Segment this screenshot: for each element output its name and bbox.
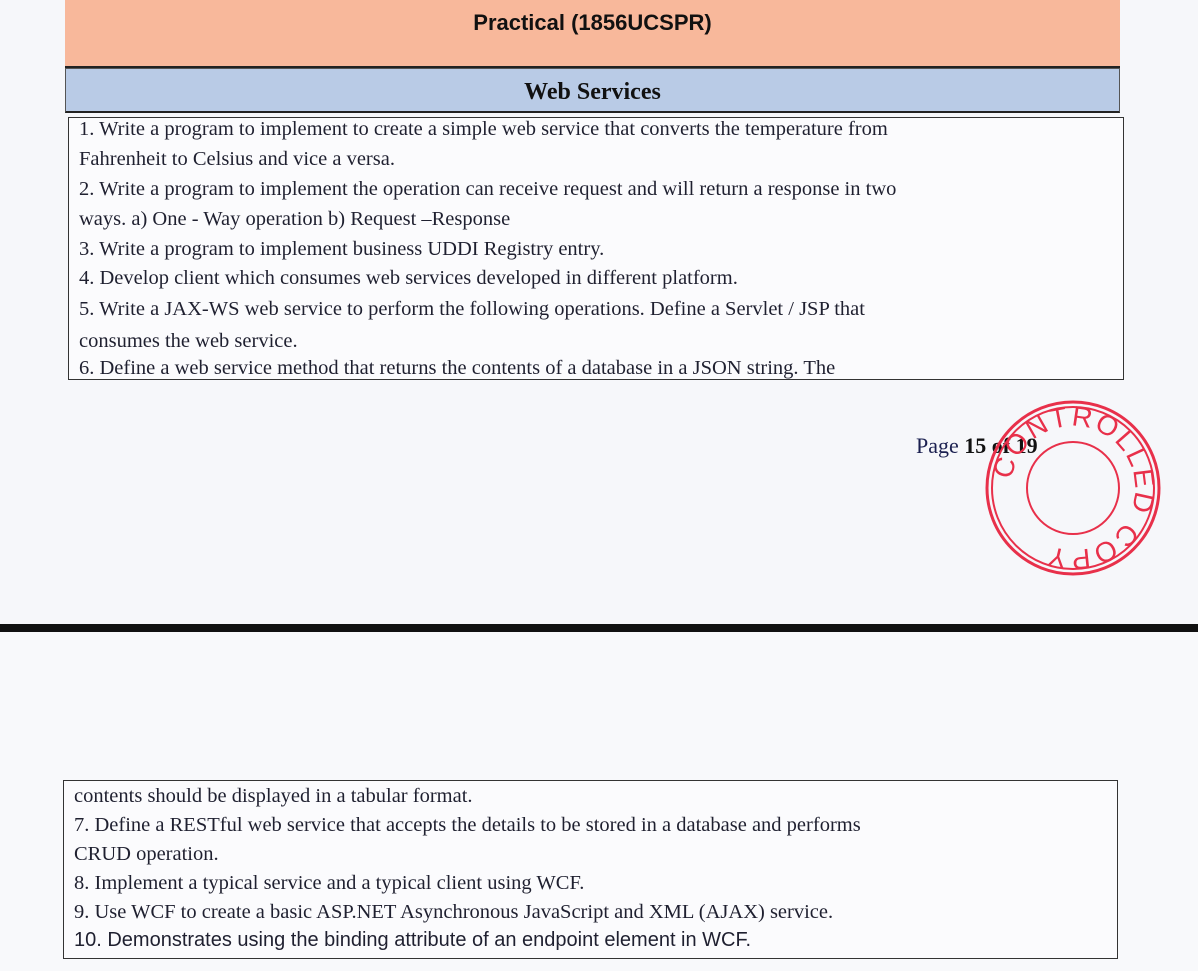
page-label: Page (916, 433, 959, 458)
list-line: Fahrenheit to Celsius and vice a versa. (79, 148, 395, 170)
section-title: Web Services (65, 68, 1120, 113)
document-page-16: contents should be displayed in a tabula… (0, 632, 1198, 971)
list-line: 1. Write a program to implement to creat… (79, 118, 888, 140)
list-line: 8. Implement a typical service and a typ… (74, 872, 585, 894)
list-line: consumes the web service. (79, 330, 298, 352)
list-line: 5. Write a JAX-WS web service to perform… (79, 298, 865, 320)
controlled-copy-stamp: CONTROLLED COPY (985, 400, 1161, 576)
list-line: contents should be displayed in a tabula… (74, 785, 473, 807)
list-line: 2. Write a program to implement the oper… (79, 178, 897, 200)
list-line: 6. Define a web service method that retu… (79, 357, 836, 379)
list-line: 4. Develop client which consumes web ser… (79, 267, 738, 289)
page-separator (0, 624, 1198, 632)
list-line: 7. Define a RESTful web service that acc… (74, 814, 861, 836)
list-line: 3. Write a program to implement business… (79, 238, 605, 260)
list-line: 10. Demonstrates using the binding attri… (74, 929, 752, 951)
document-page-15: Practical (1856UCSPR) Web Services 1. Wr… (0, 0, 1198, 625)
list-line: 9. Use WCF to create a basic ASP.NET Asy… (74, 901, 834, 923)
practical-header: Practical (1856UCSPR) (65, 0, 1120, 68)
list-line: ways. a) One - Way operation b) Request … (79, 208, 511, 230)
practical-list-box-continued: contents should be displayed in a tabula… (63, 780, 1118, 959)
list-line: CRUD operation. (74, 843, 219, 865)
practical-list-box: 1. Write a program to implement to creat… (68, 117, 1124, 380)
